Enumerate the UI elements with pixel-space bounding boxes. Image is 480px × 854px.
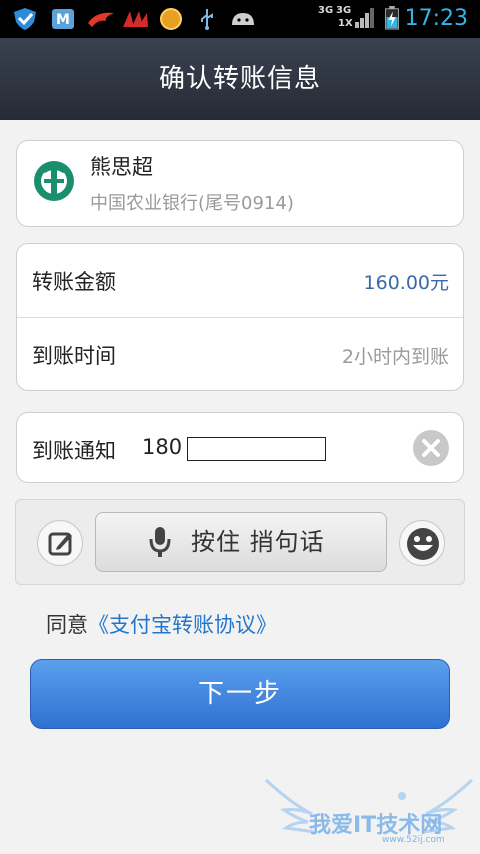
arrival-time-label: 到账时间	[32, 344, 116, 368]
arrival-time-value: 2小时内到账	[341, 346, 449, 368]
app-m-icon: M	[52, 9, 74, 29]
svg-text:M: M	[56, 12, 70, 28]
microphone-icon	[149, 527, 171, 557]
amount-value: 160.00元	[363, 272, 449, 294]
battery-charging-icon	[385, 6, 399, 30]
shield-icon	[14, 8, 36, 30]
amount-label: 转账金额	[32, 270, 116, 294]
phone-prefix: 180	[142, 435, 183, 459]
usb-icon	[201, 9, 213, 30]
payee-name: 熊思超	[90, 155, 153, 179]
clear-button[interactable]	[413, 430, 449, 466]
fan-icon	[123, 11, 148, 27]
phone-input[interactable]	[187, 437, 326, 461]
divider	[17, 317, 463, 318]
phoenix-icon	[88, 12, 114, 27]
agreement-link[interactable]: 《支付宝转账协议》	[88, 613, 277, 637]
page-title: 确认转账信息	[158, 64, 321, 94]
payee-bank: 中国农业银行(尾号0914)	[90, 193, 294, 214]
agreement-line: 同意《支付宝转账协议》	[46, 609, 277, 639]
payee-card: 熊思超 中国农业银行(尾号0914)	[16, 140, 464, 227]
signal-icon	[355, 8, 374, 28]
network-1x-label: 1X	[338, 18, 353, 29]
notify-card: 到账通知 180	[16, 412, 464, 483]
notify-label: 到账通知	[32, 439, 116, 463]
network-3g-label: 3G	[318, 5, 334, 16]
status-bar: M 3G 3G 1X 17:23	[0, 0, 480, 38]
next-step-label: 下一步	[197, 679, 282, 709]
watermark: 我爱IT技术网 www.52ij.com	[262, 774, 476, 850]
emoji-button[interactable]	[399, 520, 445, 566]
hold-to-talk-button[interactable]: 按住 捎句话	[95, 512, 387, 572]
hold-to-talk-label: 按住 捎句话	[191, 528, 325, 556]
keyboard-toggle-button[interactable]	[37, 520, 83, 566]
clear-icon	[422, 439, 440, 457]
input-bar: 按住 捎句话	[15, 499, 465, 585]
smiley-icon	[407, 528, 439, 560]
transfer-info-card: 转账金额 160.00元 到账时间 2小时内到账	[16, 243, 464, 391]
coin-icon	[160, 8, 182, 30]
agreement-prefix: 同意	[46, 613, 88, 637]
next-step-button[interactable]: 下一步	[30, 659, 450, 729]
android-icon	[232, 13, 254, 25]
network-3g-label: 3G	[336, 5, 352, 16]
abc-bank-logo-icon	[34, 161, 74, 201]
watermark-url: www.52ij.com	[382, 835, 445, 845]
edit-icon	[48, 532, 72, 556]
clock: 17:23	[404, 6, 468, 31]
title-bar: 确认转账信息	[0, 38, 480, 120]
